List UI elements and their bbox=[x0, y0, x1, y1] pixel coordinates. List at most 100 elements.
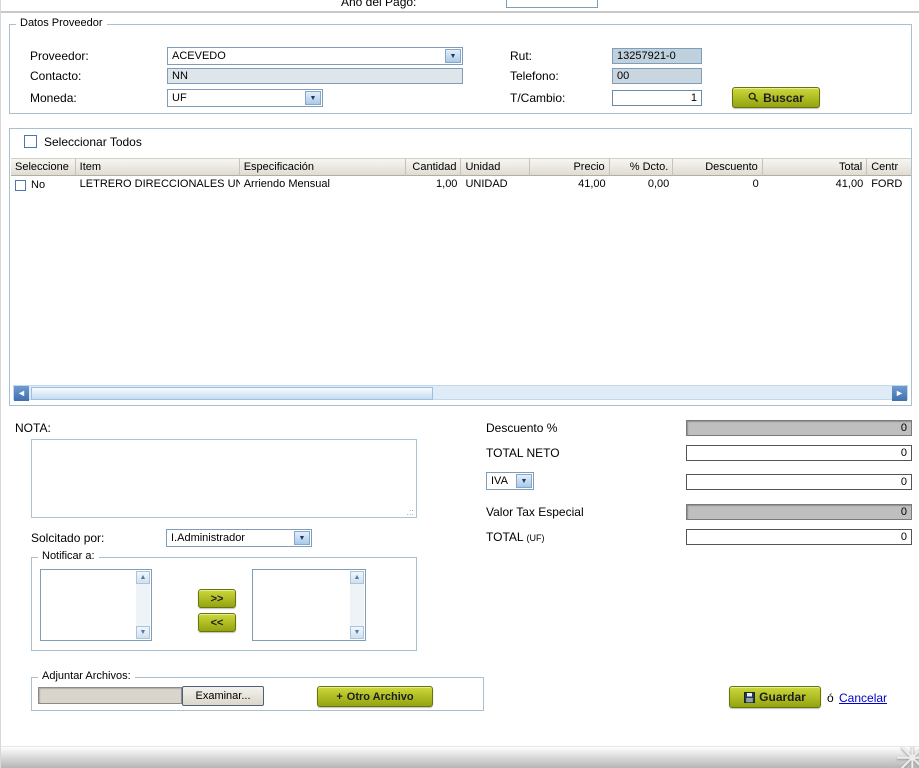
otro-archivo-label: Otro Archivo bbox=[346, 690, 414, 703]
resize-grip-icon[interactable]: .:: bbox=[406, 508, 414, 517]
row-unidad-cell: UNIDAD bbox=[465, 178, 508, 190]
scroll-left-arrow-icon[interactable]: ◄ bbox=[14, 386, 29, 401]
solicitado-label: Solcitado por: bbox=[31, 531, 105, 545]
total-label: TOTAL (UF) bbox=[486, 530, 544, 544]
column-header-unidad[interactable]: Unidad bbox=[461, 158, 531, 176]
row-descuento-cell: 0 bbox=[752, 178, 759, 190]
save-icon bbox=[744, 691, 756, 703]
top-bar-clipped: Año del Pago: 2011 bbox=[1, 0, 919, 11]
chevron-down-icon[interactable]: ▼ bbox=[294, 531, 310, 545]
iva-selected-value: IVA bbox=[491, 475, 508, 487]
tax-especial-label: Valor Tax Especial bbox=[486, 505, 584, 519]
grid-header-row: Seleccione Item Especificación Cantidad … bbox=[11, 158, 911, 176]
notificar-legend: Notificar a: bbox=[38, 550, 99, 562]
horizontal-scrollbar[interactable]: ◄ ► bbox=[13, 385, 908, 401]
top-separator bbox=[1, 11, 919, 13]
chevron-down-icon[interactable]: ▼ bbox=[445, 49, 461, 63]
moneda-select[interactable]: UF ▼ bbox=[167, 89, 323, 107]
file-path-input[interactable] bbox=[38, 687, 182, 704]
total-neto-label: TOTAL NETO bbox=[486, 446, 560, 460]
scroll-down-arrow-icon[interactable]: ▼ bbox=[350, 626, 364, 639]
column-header-precio[interactable]: Precio bbox=[530, 158, 610, 176]
year-label: Año del Pago: bbox=[341, 0, 417, 9]
scroll-right-arrow-icon[interactable]: ► bbox=[892, 386, 907, 401]
status-bar: ✳ bbox=[1, 746, 919, 768]
row-item-cell: LETRERO DIRECCIONALES UNA FL bbox=[79, 178, 240, 190]
items-grid-fieldset: Seleccionar Todos Seleccione Item Especi… bbox=[9, 128, 912, 406]
iva-field[interactable]: 0 bbox=[686, 474, 912, 490]
notificar-target-listbox[interactable]: ▲ ▼ bbox=[252, 569, 366, 641]
row-dcto-cell: 0,00 bbox=[647, 178, 670, 190]
proveedor-selected-value: ACEVEDO bbox=[172, 50, 226, 62]
total-label-text: TOTAL bbox=[486, 530, 524, 544]
scroll-up-arrow-icon[interactable]: ▲ bbox=[136, 571, 150, 584]
telefono-field: 00 bbox=[612, 68, 702, 84]
notificar-fieldset: Notificar a: ▲ ▼ >> << ▲ ▼ bbox=[31, 550, 417, 651]
total-field[interactable]: 0 bbox=[686, 529, 912, 545]
row-select-value: No bbox=[31, 179, 46, 191]
moneda-label: Moneda: bbox=[30, 91, 77, 105]
listbox-scrollbar[interactable]: ▲ ▼ bbox=[350, 571, 364, 639]
row-total-cell: 41,00 bbox=[835, 178, 864, 190]
cancelar-link[interactable]: Cancelar bbox=[839, 691, 887, 705]
contacto-field: NN bbox=[167, 68, 463, 84]
otro-archivo-button[interactable]: + Otro Archivo bbox=[317, 686, 433, 707]
column-header-total[interactable]: Total bbox=[762, 158, 868, 176]
nota-label: NOTA: bbox=[15, 421, 51, 435]
scroll-down-arrow-icon[interactable]: ▼ bbox=[136, 626, 150, 639]
row-checkbox[interactable] bbox=[15, 179, 26, 191]
row-select-cell: No bbox=[11, 176, 76, 194]
row-precio-cell: 41,00 bbox=[578, 178, 606, 190]
row-centro-cell: FORD bbox=[871, 178, 903, 190]
datos-proveedor-fieldset: Datos Proveedor Proveedor: ACEVEDO ▼ Rut… bbox=[9, 17, 912, 114]
row-cantidad-cell: 1,00 bbox=[436, 178, 458, 190]
scrollbar-thumb[interactable] bbox=[31, 387, 433, 400]
select-all-label: Seleccionar Todos bbox=[44, 135, 142, 149]
contacto-label: Contacto: bbox=[30, 69, 82, 83]
conjunction-text: ó bbox=[827, 691, 834, 705]
column-header-dcto[interactable]: % Dcto. bbox=[609, 158, 674, 176]
nota-textarea[interactable]: .:: bbox=[31, 439, 417, 518]
proveedor-label: Proveedor: bbox=[30, 49, 89, 63]
select-all-checkbox[interactable] bbox=[24, 135, 37, 148]
iva-select[interactable]: IVA ▼ bbox=[486, 472, 534, 490]
column-header-cantidad[interactable]: Cantidad bbox=[405, 158, 462, 176]
year-value: 2011 bbox=[511, 0, 578, 3]
tax-especial-field: 0 bbox=[686, 504, 912, 520]
examinar-button[interactable]: Examinar... bbox=[182, 686, 264, 706]
tcambio-label: T/Cambio: bbox=[510, 91, 566, 105]
proveedor-select[interactable]: ACEVEDO ▼ bbox=[167, 47, 463, 65]
column-header-seleccione[interactable]: Seleccione bbox=[11, 158, 76, 176]
chevron-down-icon[interactable]: ▼ bbox=[305, 91, 321, 105]
listbox-scrollbar[interactable]: ▲ ▼ bbox=[136, 571, 150, 639]
purchase-order-form-page: Año del Pago: 2011 Datos Proveedor Prove… bbox=[0, 0, 920, 768]
move-left-button[interactable]: << bbox=[198, 613, 236, 632]
search-icon bbox=[748, 92, 759, 103]
buscar-button[interactable]: Buscar bbox=[732, 87, 820, 108]
row-especificacion-cell: Arriendo Mensual bbox=[243, 178, 330, 190]
notificar-source-listbox[interactable]: ▲ ▼ bbox=[40, 569, 152, 641]
total-neto-field[interactable]: 0 bbox=[686, 445, 912, 461]
guardar-label: Guardar bbox=[759, 690, 806, 704]
scroll-up-arrow-icon[interactable]: ▲ bbox=[350, 571, 364, 584]
tcambio-input[interactable]: 1 bbox=[612, 90, 702, 106]
moneda-selected-value: UF bbox=[172, 92, 187, 104]
telefono-label: Telefono: bbox=[510, 69, 559, 83]
rut-field: 13257921-0 bbox=[612, 48, 702, 64]
year-field[interactable]: 2011 bbox=[506, 0, 598, 8]
move-right-button[interactable]: >> bbox=[198, 589, 236, 608]
column-header-especificacion[interactable]: Especificación bbox=[239, 158, 406, 176]
adjuntar-fieldset: Adjuntar Archivos: Examinar... + Otro Ar… bbox=[31, 670, 484, 711]
column-header-centro[interactable]: Centr bbox=[867, 158, 911, 176]
column-header-item[interactable]: Item bbox=[75, 158, 240, 176]
chevron-down-icon[interactable]: ▼ bbox=[516, 474, 532, 488]
total-unit-text: (UF) bbox=[526, 533, 545, 543]
column-header-descuento[interactable]: Descuento bbox=[673, 158, 763, 176]
rut-label: Rut: bbox=[510, 49, 533, 63]
guardar-button[interactable]: Guardar bbox=[729, 686, 821, 708]
descuento-label: Descuento % bbox=[486, 421, 558, 435]
descuento-field: 0 bbox=[686, 420, 912, 436]
datos-proveedor-legend: Datos Proveedor bbox=[16, 17, 107, 29]
solicitado-select[interactable]: I.Administrador ▼ bbox=[166, 529, 312, 547]
adjuntar-legend: Adjuntar Archivos: bbox=[38, 670, 135, 682]
